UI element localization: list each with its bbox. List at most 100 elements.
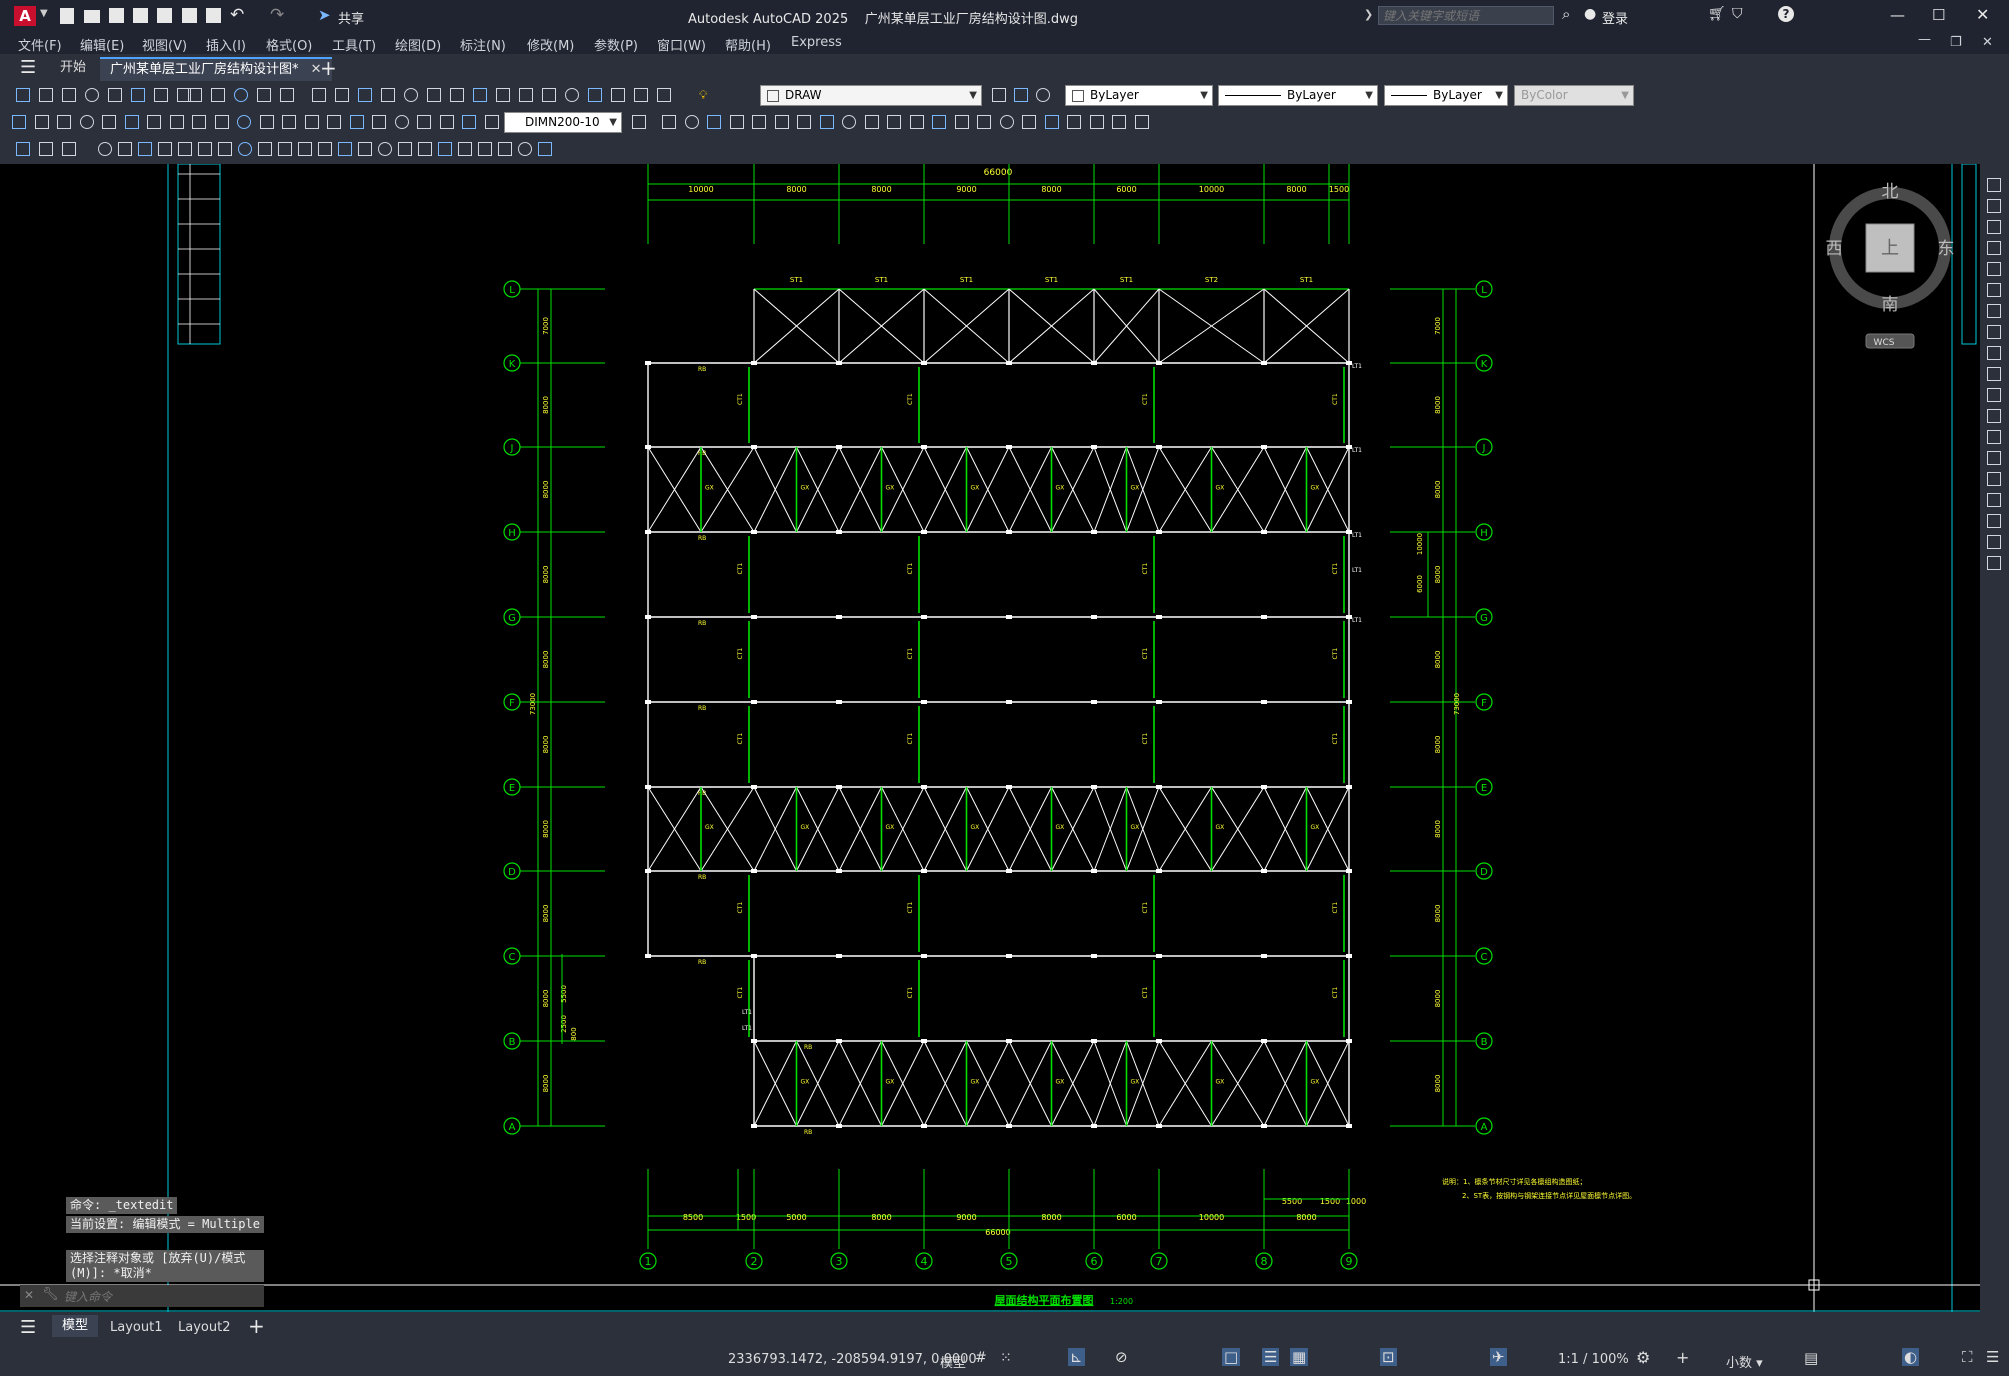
- layer-dropdown[interactable]: 💡︎ DRAW ▼: [699, 85, 982, 106]
- dimension-tool-icon[interactable]: [168, 113, 186, 131]
- menu-express[interactable]: Express: [791, 35, 842, 50]
- dimension-tool-icon[interactable]: [483, 113, 501, 131]
- standard-tool-icon[interactable]: [1034, 86, 1052, 104]
- modify-tool-icon[interactable]: [1985, 428, 2003, 446]
- draw-tool-icon[interactable]: [136, 140, 154, 158]
- undo-icon[interactable]: ↶: [230, 5, 244, 25]
- modify-tool-icon[interactable]: [1985, 554, 2003, 572]
- close-icon[interactable]: ✕: [1976, 5, 1989, 24]
- quick-access-export-icon[interactable]: [182, 8, 197, 23]
- standard-tool-icon[interactable]: [540, 86, 558, 104]
- menu-modify[interactable]: 修改(M): [527, 35, 574, 54]
- standard-tool-icon[interactable]: [425, 86, 443, 104]
- dimension-tool-icon[interactable]: [630, 113, 648, 131]
- modify-tool-icon[interactable]: [1985, 449, 2003, 467]
- layout-menu-icon[interactable]: ☰: [20, 1317, 36, 1338]
- standard-tool-icon[interactable]: [402, 86, 420, 104]
- user-icon[interactable]: ●: [1584, 6, 1596, 22]
- menu-format[interactable]: 格式(O): [266, 35, 312, 54]
- draw-tool-icon[interactable]: [37, 140, 55, 158]
- annotation-scale-readout[interactable]: 1:1 / 100%: [1558, 1352, 1629, 1367]
- modify-tool-icon[interactable]: [1985, 281, 2003, 299]
- draw-tool-icon[interactable]: [436, 140, 454, 158]
- dimension-tool-icon[interactable]: [1020, 113, 1038, 131]
- transparency-icon[interactable]: ▦: [1290, 1348, 1309, 1366]
- dimension-tool-icon[interactable]: [683, 113, 701, 131]
- share-icon[interactable]: ➤: [318, 6, 331, 24]
- dimension-tool-icon[interactable]: [460, 113, 478, 131]
- search-icon[interactable]: ⌕: [1562, 5, 1570, 23]
- dimension-tool-icon[interactable]: [348, 113, 366, 131]
- draw-tool-icon[interactable]: [14, 140, 32, 158]
- quick-access-save-icon[interactable]: [109, 8, 124, 23]
- drawing-canvas[interactable]: 66000 10000 8000 8000 9000 8000 6000 10000 8000 1…: [0, 164, 1980, 1312]
- dimension-tool-icon[interactable]: [370, 113, 388, 131]
- command-wrench-icon[interactable]: 🔧︎: [42, 1287, 59, 1302]
- modify-tool-icon[interactable]: [1985, 218, 2003, 236]
- workspace-gear-icon[interactable]: ⚙: [1636, 1348, 1650, 1367]
- standard-tool-icon[interactable]: [129, 86, 147, 104]
- cart-icon[interactable]: 🛒︎: [1708, 6, 1726, 22]
- dimension-tool-icon[interactable]: [393, 113, 411, 131]
- dimension-tool-icon[interactable]: [1133, 113, 1151, 131]
- dimension-tool-icon[interactable]: [55, 113, 73, 131]
- modify-tool-icon[interactable]: [1985, 407, 2003, 425]
- menu-dimension[interactable]: 标注(N): [460, 35, 506, 54]
- linetype-dropdown[interactable]: ByLayer ▼: [1218, 85, 1378, 106]
- draw-tool-icon[interactable]: [316, 140, 334, 158]
- standard-tool-icon[interactable]: [655, 86, 673, 104]
- draw-tool-icon[interactable]: [256, 140, 274, 158]
- fullscreen-icon[interactable]: ⛶: [1962, 1348, 1973, 1366]
- dimension-tool-icon[interactable]: [235, 113, 253, 131]
- standard-tool-icon[interactable]: [255, 86, 273, 104]
- search-expand-icon[interactable]: ❯: [1364, 8, 1373, 21]
- hamburger-menu-icon[interactable]: ☰: [20, 57, 36, 78]
- modify-tool-icon[interactable]: [1985, 512, 2003, 530]
- modify-tool-icon[interactable]: [1985, 176, 2003, 194]
- tab-start[interactable]: 开始: [50, 57, 96, 79]
- draw-tool-icon[interactable]: [516, 140, 534, 158]
- doc-minimize-icon[interactable]: —: [1918, 32, 1931, 47]
- dimension-tool-icon[interactable]: [728, 113, 746, 131]
- command-input[interactable]: [62, 1287, 262, 1306]
- standard-tool-icon[interactable]: [471, 86, 489, 104]
- modify-tool-icon[interactable]: [1985, 323, 2003, 341]
- draw-tool-icon[interactable]: [296, 140, 314, 158]
- draw-tool-icon[interactable]: [60, 140, 78, 158]
- standard-tool-icon[interactable]: [333, 86, 351, 104]
- add-layout-icon[interactable]: +: [248, 1314, 265, 1338]
- annotation-monitor-icon[interactable]: ⊡: [1380, 1348, 1397, 1366]
- isolate-icon[interactable]: ◐: [1902, 1348, 1920, 1366]
- modify-tool-icon[interactable]: [1985, 260, 2003, 278]
- dimension-tool-icon[interactable]: [863, 113, 881, 131]
- dimension-tool-icon[interactable]: [840, 113, 858, 131]
- draw-tool-icon[interactable]: [476, 140, 494, 158]
- standard-tool-icon[interactable]: [990, 86, 1008, 104]
- standard-tool-icon[interactable]: [106, 86, 124, 104]
- login-button[interactable]: 登录: [1602, 8, 1628, 27]
- help-icon[interactable]: ?: [1778, 6, 1794, 22]
- dimension-tool-icon[interactable]: [795, 113, 813, 131]
- tab-document[interactable]: 广州某单层工业厂房结构设计图* ✕: [100, 57, 332, 81]
- tab-model[interactable]: 模型: [52, 1315, 99, 1337]
- dimension-tool-icon[interactable]: [998, 113, 1016, 131]
- standard-tool-icon[interactable]: [186, 86, 204, 104]
- standard-tool-icon[interactable]: [1012, 86, 1030, 104]
- dimension-tool-icon[interactable]: [930, 113, 948, 131]
- standard-tool-icon[interactable]: [379, 86, 397, 104]
- dimension-tool-icon[interactable]: [818, 113, 836, 131]
- plus-icon[interactable]: +: [1676, 1348, 1689, 1367]
- modify-tool-icon[interactable]: [1985, 470, 2003, 488]
- quick-access-new-icon[interactable]: [60, 8, 74, 24]
- dimension-tool-icon[interactable]: [190, 113, 208, 131]
- autodesk-app-icon[interactable]: ⛉: [1732, 6, 1743, 22]
- maximize-icon[interactable]: ☐: [1932, 6, 1945, 24]
- dimension-tool-icon[interactable]: [145, 113, 163, 131]
- dimension-tool-icon[interactable]: [1065, 113, 1083, 131]
- new-tab-icon[interactable]: +: [320, 56, 337, 80]
- dimension-tool-icon[interactable]: [705, 113, 723, 131]
- draw-tool-icon[interactable]: [116, 140, 134, 158]
- model-space-button[interactable]: 模型: [940, 1352, 966, 1371]
- standard-tool-icon[interactable]: [37, 86, 55, 104]
- draw-tool-icon[interactable]: [176, 140, 194, 158]
